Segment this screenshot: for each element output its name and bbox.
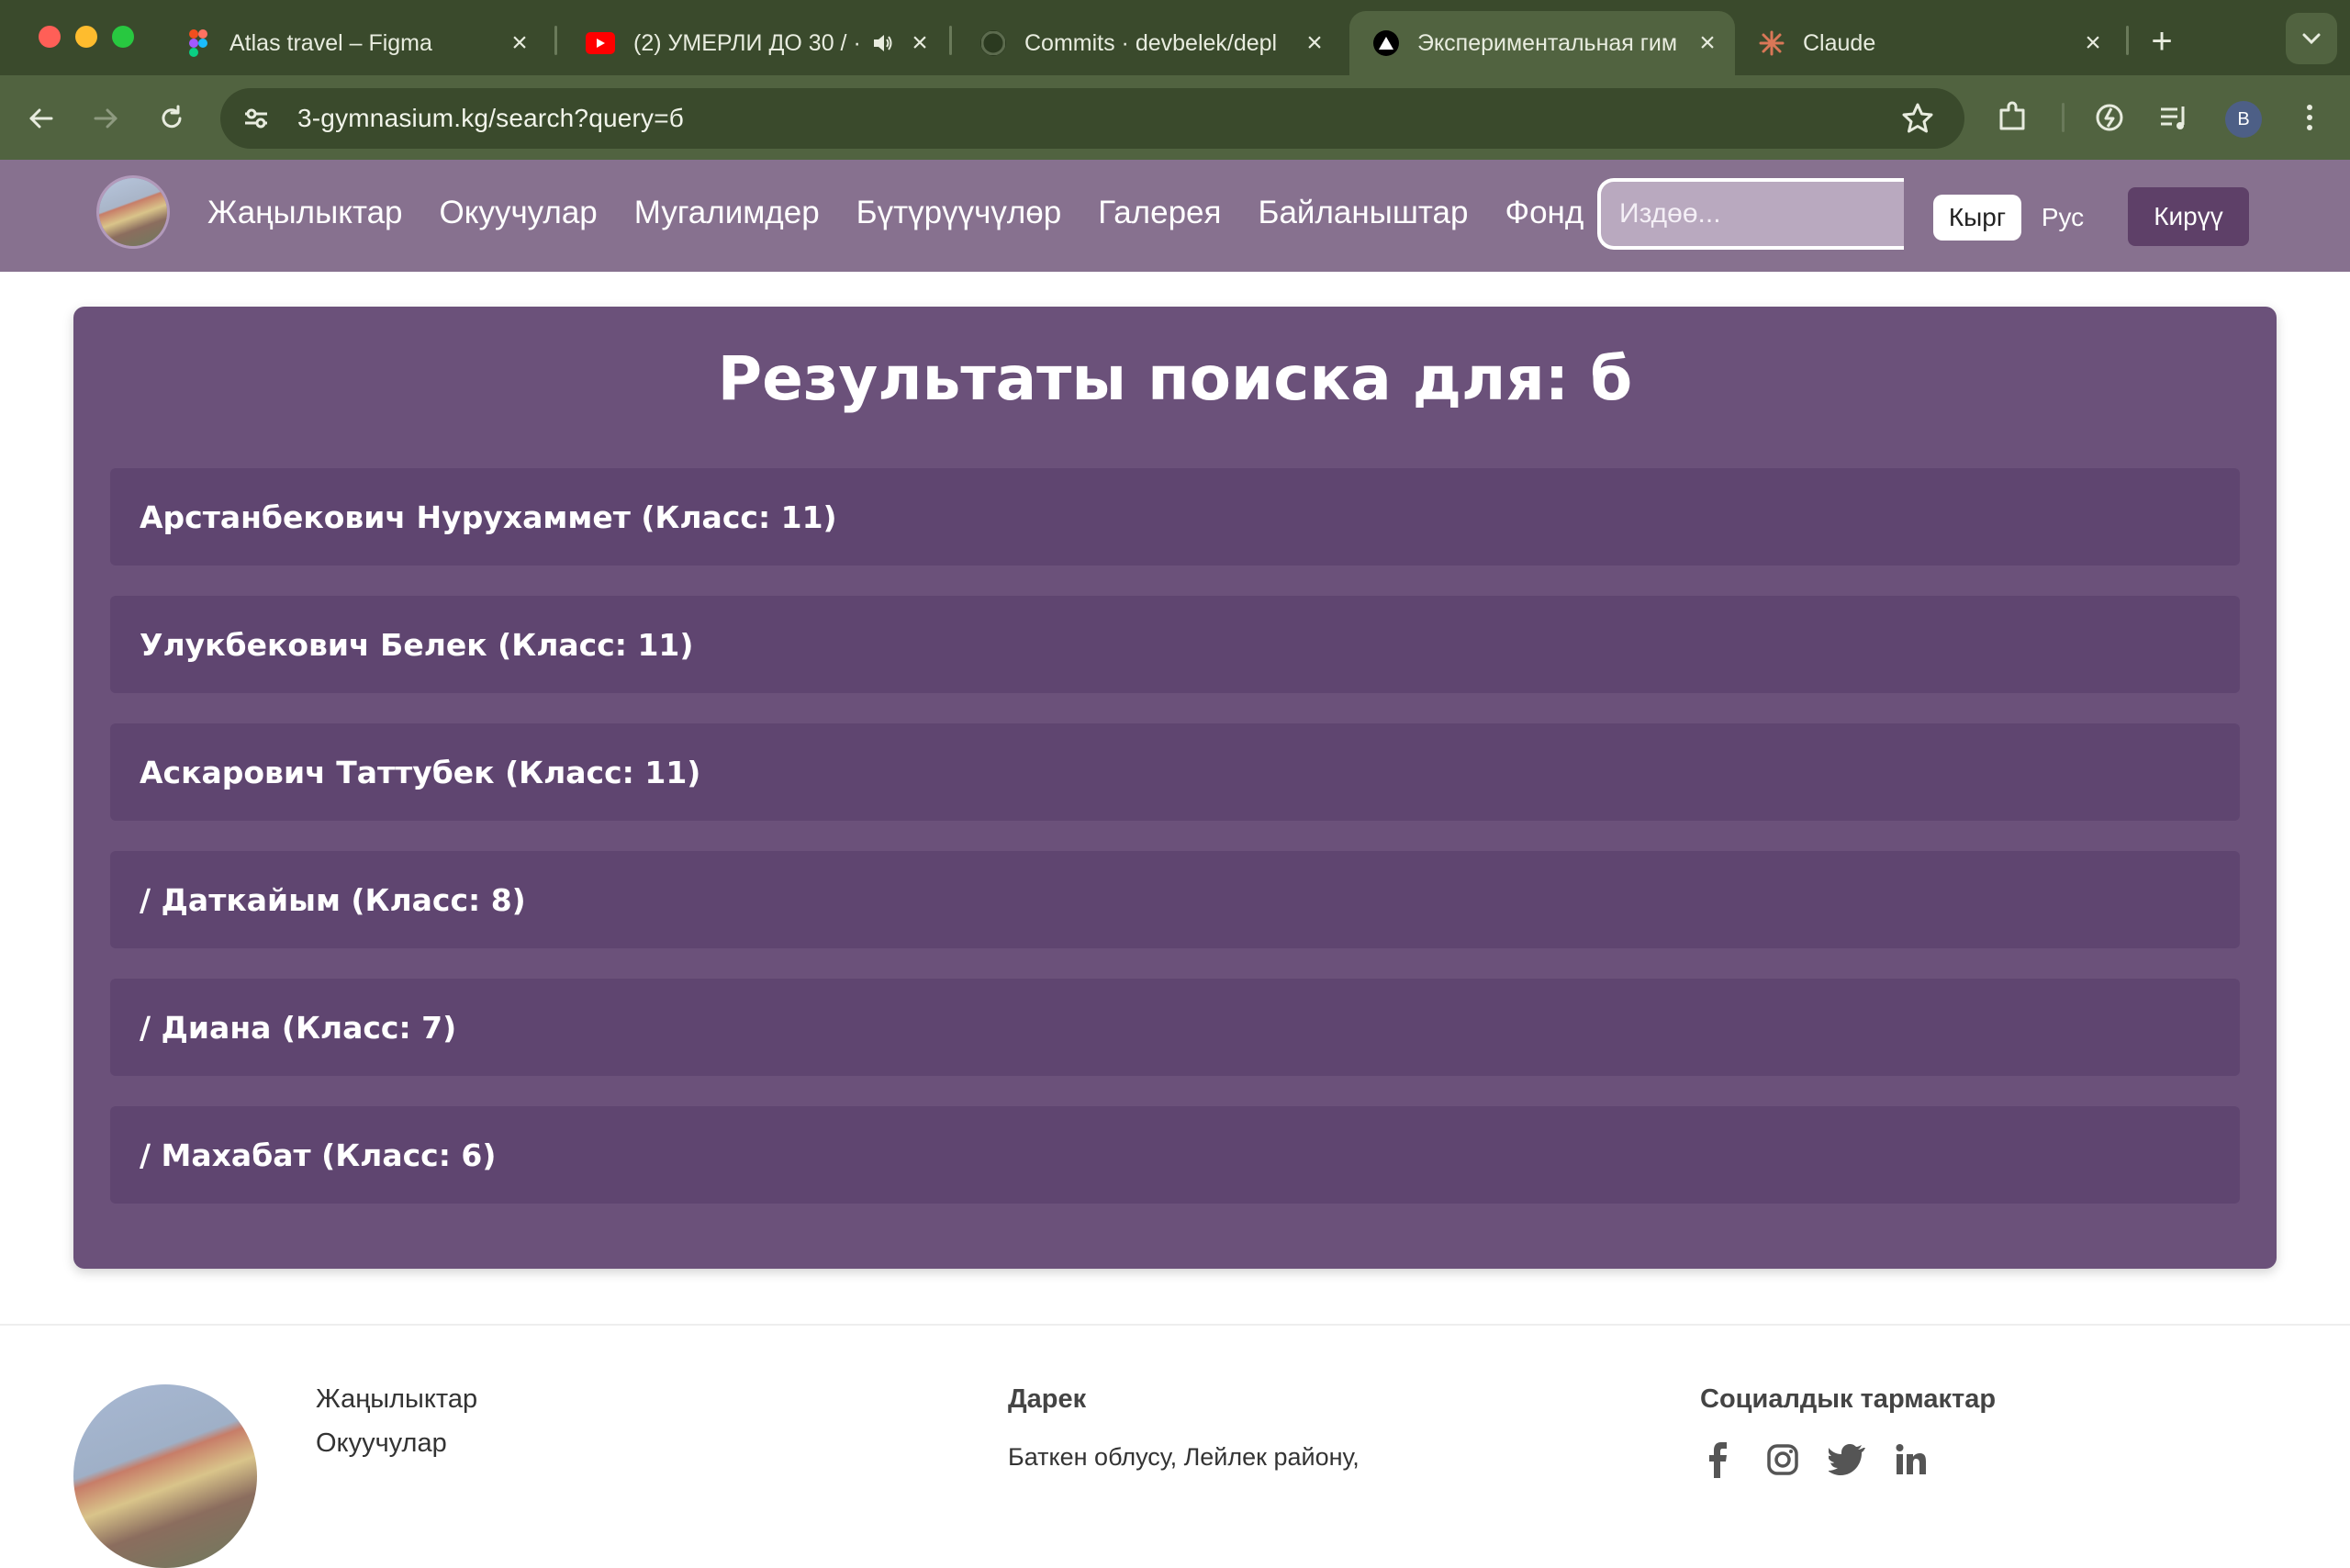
nav-news[interactable]: Жаңылыктар <box>207 195 403 231</box>
tab-claude[interactable]: Claude × <box>1735 11 2121 75</box>
tab-github[interactable]: Commits · devbelek/depl × <box>957 11 1342 75</box>
browser-toolbar: 3-gymnasium.kg/search?query=б B <box>0 75 2350 160</box>
footer-address-heading: Дарек <box>1008 1384 1087 1414</box>
close-icon[interactable]: × <box>903 27 936 60</box>
nav-students[interactable]: Окуучулар <box>440 195 598 231</box>
footer-social-heading: Социалдык тармактар <box>1700 1384 1997 1414</box>
nav-fund[interactable]: Фонд <box>1505 195 1583 231</box>
close-icon[interactable]: × <box>1298 27 1331 60</box>
figma-icon <box>185 29 211 57</box>
footer-logo <box>73 1384 257 1568</box>
arrow-right-icon <box>94 108 118 129</box>
tab-divider <box>554 26 557 55</box>
extensions-icon[interactable] <box>1992 97 2032 138</box>
address-bar[interactable]: 3-gymnasium.kg/search?query=б <box>220 88 1964 149</box>
tab-title: (2) УМЕРЛИ ДО 30 / · <box>633 29 861 56</box>
bookmark-star-icon[interactable] <box>1900 101 1935 136</box>
site-info-icon[interactable] <box>233 95 279 141</box>
site-header: Жаңылыктар Окуучулар Мугалимдер Бүтүрүүч… <box>0 160 2350 272</box>
tab-title: Claude <box>1803 29 1876 56</box>
nav-contacts[interactable]: Байланыштар <box>1258 195 1468 231</box>
result-item[interactable]: / Даткайым (Класс: 8) <box>110 851 2240 948</box>
linkedin-icon[interactable] <box>1893 1441 1930 1478</box>
tab-figma[interactable]: Atlas travel – Figma × <box>162 11 547 75</box>
nav-graduates[interactable]: Бүтүрүүчүлөр <box>856 195 1062 231</box>
nav-gallery[interactable]: Галерея <box>1098 195 1221 231</box>
tab-title: Atlas travel – Figma <box>229 29 432 56</box>
profile-avatar[interactable]: B <box>2225 101 2262 138</box>
new-tab-button[interactable]: + <box>2141 20 2183 62</box>
claude-icon <box>1759 30 1785 56</box>
youtube-icon <box>586 32 615 54</box>
forward-button[interactable] <box>83 95 129 141</box>
performance-icon[interactable] <box>2089 97 2130 138</box>
result-item[interactable]: / Диана (Класс: 7) <box>110 979 2240 1076</box>
back-button[interactable] <box>18 95 64 141</box>
close-icon[interactable]: × <box>503 27 536 60</box>
close-icon[interactable]: × <box>1691 27 1724 60</box>
chevron-down-icon <box>2302 33 2321 45</box>
result-item[interactable]: Улукбекович Белек (Класс: 11) <box>110 596 2240 693</box>
reload-button[interactable] <box>149 95 195 141</box>
tab-youtube[interactable]: (2) УМЕРЛИ ДО 30 / · × <box>562 11 947 75</box>
tab-divider <box>949 26 952 55</box>
result-item[interactable]: Арстанбекович Нурухаммет (Класс: 11) <box>110 468 2240 566</box>
tab-title: Экспериментальная гим <box>1417 29 1678 56</box>
browser-tab-bar: Atlas travel – Figma × (2) УМЕРЛИ ДО 30 … <box>0 0 2350 75</box>
result-item[interactable]: / Махабат (Класс: 6) <box>110 1106 2240 1204</box>
window-maximize-button[interactable] <box>112 26 134 48</box>
toolbar-divider <box>2062 103 2065 132</box>
lang-russian-button[interactable]: Рус <box>2029 195 2097 241</box>
search-input[interactable] <box>1597 178 1904 250</box>
school-logo[interactable] <box>99 178 167 246</box>
result-item[interactable]: Аскарович Таттубек (Класс: 11) <box>110 723 2240 821</box>
nav-teachers[interactable]: Мугалимдер <box>634 195 820 231</box>
search-results-card: Результаты поиска для: б Арстанбекович Н… <box>73 307 2277 1269</box>
twitter-icon[interactable] <box>1829 1441 1865 1478</box>
login-button[interactable]: Кирүү <box>2128 187 2249 246</box>
main-nav: Жаңылыктар Окуучулар Мугалимдер Бүтүрүүч… <box>207 195 1583 231</box>
vercel-icon <box>1373 30 1399 56</box>
media-controls-icon[interactable] <box>2154 97 2194 138</box>
speaker-icon[interactable] <box>867 27 900 60</box>
url-text: 3-gymnasium.kg/search?query=б <box>297 104 685 132</box>
tab-gymnasium[interactable]: Экспериментальная гим × <box>1349 11 1735 75</box>
footer-address-text: Баткен облусу, Лейлек району, <box>1008 1443 1360 1471</box>
window-minimize-button[interactable] <box>75 26 97 48</box>
footer-link-news[interactable]: Жаңылыктар <box>316 1384 477 1415</box>
arrow-left-icon <box>29 108 53 129</box>
reload-icon <box>162 105 182 129</box>
tab-search-button[interactable] <box>2286 13 2337 64</box>
lang-kyrgyz-button[interactable]: Кырг <box>1933 195 2021 241</box>
page-title: Результаты поиска для: б <box>717 343 1633 414</box>
tab-title: Commits · devbelek/depl <box>1024 29 1278 56</box>
window-close-button[interactable] <box>39 26 61 48</box>
tab-divider <box>2126 26 2129 55</box>
instagram-icon[interactable] <box>1764 1441 1801 1478</box>
more-menu-icon[interactable] <box>2289 97 2330 138</box>
facebook-icon[interactable] <box>1700 1441 1737 1478</box>
footer-divider <box>0 1324 2350 1326</box>
footer-link-students[interactable]: Окуучулар <box>316 1428 447 1459</box>
github-icon <box>980 30 1006 56</box>
close-icon[interactable]: × <box>2076 27 2109 60</box>
